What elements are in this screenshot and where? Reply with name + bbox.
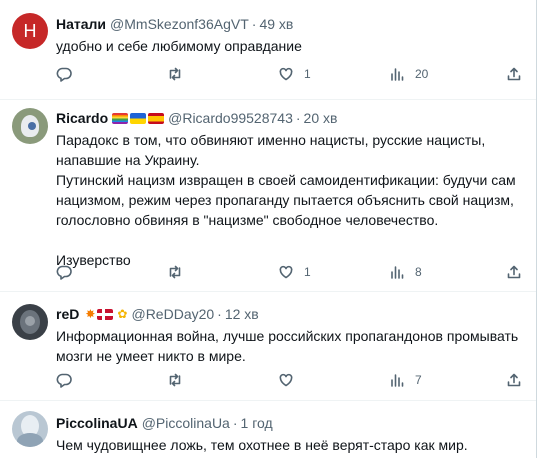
action-bar: 1 20 bbox=[56, 66, 524, 86]
avatar-picture-accent bbox=[17, 433, 43, 447]
share-icon bbox=[507, 265, 521, 279]
avatar[interactable] bbox=[12, 304, 48, 340]
action-bar: 1 8 bbox=[56, 264, 524, 284]
avatar-picture-accent bbox=[28, 122, 36, 130]
author-name[interactable]: reD bbox=[56, 306, 79, 322]
views-button[interactable]: 8 bbox=[389, 264, 422, 280]
heart-icon bbox=[279, 265, 293, 279]
author-name[interactable]: Ricardo bbox=[56, 110, 108, 126]
like-button[interactable]: 1 bbox=[278, 264, 311, 280]
avatar[interactable] bbox=[12, 108, 48, 144]
views-count: 20 bbox=[415, 67, 429, 81]
views-count: 8 bbox=[415, 265, 422, 279]
reply-text: удобно и себе любимому оправдание bbox=[56, 38, 302, 54]
timestamp[interactable]: 49 хв bbox=[259, 16, 293, 32]
retweet-button[interactable] bbox=[167, 264, 193, 280]
avatar-picture-accent bbox=[25, 316, 35, 326]
reply-header: Ricardo @Ricardo99528743 · 20 хв bbox=[56, 108, 524, 128]
timestamp[interactable]: 20 хв bbox=[304, 110, 338, 126]
author-name[interactable]: Натали bbox=[56, 16, 106, 32]
author-handle[interactable]: @PiccolinaUa bbox=[142, 415, 230, 431]
views-chart-icon bbox=[391, 266, 404, 279]
share-button[interactable] bbox=[506, 264, 522, 280]
separator-dot: · bbox=[232, 415, 238, 431]
timestamp[interactable]: 12 хв bbox=[225, 306, 259, 322]
reply-text: Информационная война, лучше российских п… bbox=[56, 328, 519, 364]
avatar-letter: Н bbox=[23, 20, 37, 41]
like-count: 1 bbox=[304, 67, 311, 81]
heart-icon bbox=[279, 373, 293, 387]
reply-icon bbox=[56, 373, 72, 388]
timestamp[interactable]: 1 год bbox=[241, 415, 273, 431]
share-icon bbox=[507, 67, 521, 81]
author-handle[interactable]: @Ricardo99528743 bbox=[168, 110, 293, 126]
avatar[interactable]: Н bbox=[12, 13, 48, 49]
reply-button[interactable] bbox=[56, 66, 82, 82]
name-emojis: ✸ ✿ bbox=[83, 307, 127, 321]
reply-button[interactable] bbox=[56, 264, 82, 280]
name-flags bbox=[112, 112, 165, 124]
reply-icon bbox=[56, 67, 72, 82]
avatar[interactable] bbox=[12, 411, 48, 447]
reply-red[interactable]: reD ✸ ✿ @ReDDay20 · 12 хв Информационная… bbox=[0, 292, 536, 400]
reply-button[interactable] bbox=[56, 372, 82, 388]
retweet-icon bbox=[169, 373, 181, 387]
separator-dot: · bbox=[251, 16, 257, 32]
retweet-icon bbox=[169, 67, 181, 81]
retweet-button[interactable] bbox=[167, 372, 193, 388]
reply-icon bbox=[56, 265, 72, 280]
explosion-icon: ✸ bbox=[85, 307, 96, 321]
rainbow-flag-icon bbox=[112, 112, 129, 124]
reply-text: Чем чудовищнее ложь, тем охотнее в неё в… bbox=[56, 437, 468, 453]
share-button[interactable] bbox=[506, 66, 522, 82]
author-handle[interactable]: @ReDDay20 bbox=[131, 306, 214, 322]
reply-ricardo[interactable]: Ricardo @Ricardo99528743 · 20 хв Парадок… bbox=[0, 100, 536, 291]
like-count: 1 bbox=[304, 265, 311, 279]
author-name[interactable]: PiccolinaUA bbox=[56, 415, 138, 431]
separator-dot: · bbox=[217, 306, 222, 322]
retweet-icon bbox=[169, 265, 181, 279]
share-icon bbox=[507, 373, 521, 387]
heart-icon bbox=[279, 67, 293, 81]
separator-dot: · bbox=[295, 110, 301, 126]
views-chart-icon bbox=[391, 68, 404, 81]
denmark-flag-icon bbox=[97, 308, 114, 320]
like-button[interactable] bbox=[278, 372, 304, 388]
spain-flag-icon bbox=[148, 112, 165, 124]
ukraine-flag-icon bbox=[130, 112, 147, 124]
views-count: 7 bbox=[415, 373, 422, 387]
author-handle[interactable]: @MmSkezonf36AgVT bbox=[110, 16, 249, 32]
action-bar: 7 bbox=[56, 372, 524, 392]
reply-header: Натали @MmSkezonf36AgVT · 49 хв bbox=[56, 14, 524, 34]
reply-text: Парадокс в том, что обвиняют именно наци… bbox=[56, 132, 516, 268]
views-button[interactable]: 20 bbox=[389, 66, 428, 82]
views-button[interactable]: 7 bbox=[389, 372, 422, 388]
reply-header: PiccolinaUA @PiccolinaUa · 1 год bbox=[56, 413, 524, 433]
reply-piccolina[interactable]: PiccolinaUA @PiccolinaUa · 1 год Чем чуд… bbox=[0, 401, 536, 458]
reply-header: reD ✸ ✿ @ReDDay20 · 12 хв bbox=[56, 304, 524, 324]
retweet-button[interactable] bbox=[167, 66, 193, 82]
views-chart-icon bbox=[391, 374, 404, 387]
reply-natali[interactable]: Н Натали @MmSkezonf36AgVT · 49 хв удобно… bbox=[0, 0, 536, 99]
share-button[interactable] bbox=[506, 372, 522, 388]
like-button[interactable]: 1 bbox=[278, 66, 311, 82]
sunflower-icon: ✿ bbox=[117, 307, 128, 321]
